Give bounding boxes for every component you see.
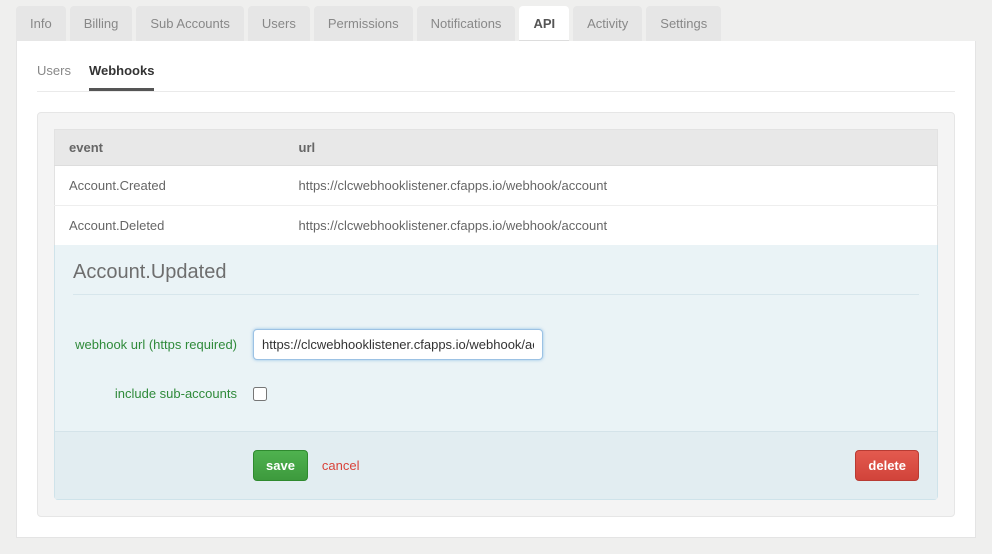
content-panel: Users Webhooks event url Account.Created…: [16, 41, 976, 538]
main-tabs: Info Billing Sub Accounts Users Permissi…: [16, 0, 976, 41]
save-button[interactable]: save: [253, 450, 308, 481]
tab-info[interactable]: Info: [16, 6, 66, 41]
subtab-webhooks[interactable]: Webhooks: [89, 57, 155, 91]
tab-sub-accounts[interactable]: Sub Accounts: [136, 6, 244, 41]
cell-event: Account.Created: [55, 166, 285, 206]
cell-url: https://clcwebhooklistener.cfapps.io/web…: [285, 206, 938, 246]
delete-button[interactable]: delete: [855, 450, 919, 481]
include-subaccounts-label: include sub-accounts: [73, 386, 253, 401]
tab-billing[interactable]: Billing: [70, 6, 133, 41]
tab-api[interactable]: API: [519, 6, 569, 41]
tab-activity[interactable]: Activity: [573, 6, 642, 41]
cell-event: Account.Deleted: [55, 206, 285, 246]
webhook-url-label: webhook url (https required): [73, 337, 253, 352]
webhook-editor: Account.Updated webhook url (https requi…: [54, 245, 938, 500]
table-row[interactable]: Account.Deleted https://clcwebhooklisten…: [55, 206, 938, 246]
editor-actions: save cancel delete: [55, 431, 937, 499]
cell-url: https://clcwebhooklistener.cfapps.io/web…: [285, 166, 938, 206]
webhook-url-input[interactable]: [253, 329, 543, 360]
col-header-event: event: [55, 130, 285, 166]
webhook-table: event url Account.Created https://clcweb…: [54, 129, 938, 246]
tab-users[interactable]: Users: [248, 6, 310, 41]
cancel-link[interactable]: cancel: [322, 458, 360, 473]
tab-notifications[interactable]: Notifications: [417, 6, 516, 41]
tab-permissions[interactable]: Permissions: [314, 6, 413, 41]
table-row[interactable]: Account.Created https://clcwebhooklisten…: [55, 166, 938, 206]
sub-tabs: Users Webhooks: [37, 57, 955, 92]
include-subaccounts-checkbox[interactable]: [253, 387, 267, 401]
editor-title: Account.Updated: [73, 261, 919, 295]
webhooks-card: event url Account.Created https://clcweb…: [37, 112, 955, 517]
subtab-users[interactable]: Users: [37, 57, 71, 91]
tab-settings[interactable]: Settings: [646, 6, 721, 41]
col-header-url: url: [285, 130, 938, 166]
